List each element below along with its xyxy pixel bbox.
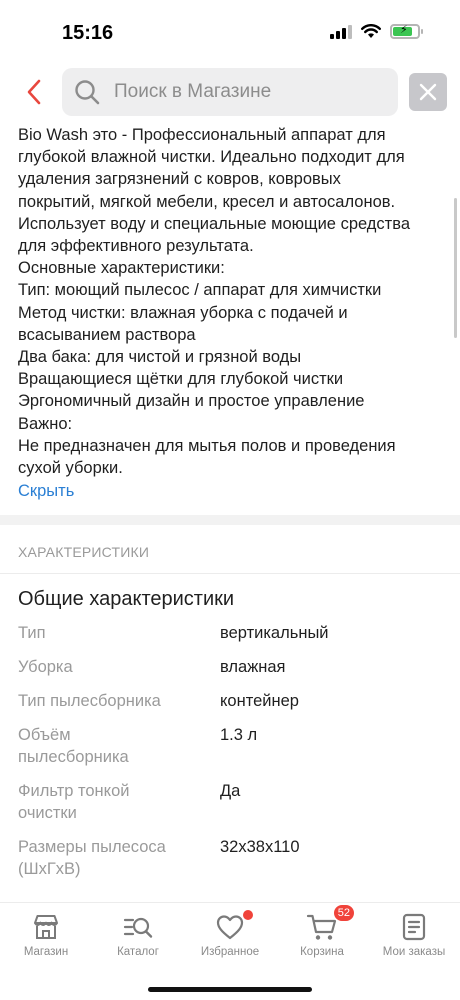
tab-store[interactable]: Магазин [0,910,92,958]
description-line: Использует воду и специальные моющие сре… [18,214,410,233]
back-button[interactable] [18,74,50,110]
home-indicator [148,987,312,992]
cart-count-badge: 52 [332,904,355,922]
catalog-search-icon [121,910,155,944]
description-line: Тип: моющий пылесос / аппарат для химчис… [18,281,382,300]
section-separator [0,573,460,574]
cart-icon: 52 [305,904,355,944]
description-line: покрытий, мягкой мебели, кресел и автоса… [18,192,396,211]
orders-icon [397,910,431,944]
spec-key: Уборка [18,658,73,676]
description-line: удаления загрязнений с ковров, ковровых [18,170,341,189]
characteristics-section-label: ХАРАКТЕРИСТИКИ [18,544,150,560]
spec-key: Размеры пылесоса (ШxГxВ) [18,838,166,878]
spec-value: Да [220,782,241,800]
description-line: сухой уборки. [18,459,123,478]
spec-row: Размеры пылесоса (ШxГxВ) 32x38x110 [18,836,443,892]
status-icons: ⚡ [330,24,423,39]
description-line: Основные характеристики: [18,259,225,278]
search-icon [75,80,100,105]
tab-label: Мои заказы [382,946,446,958]
spec-row: Объём пылесборника 1.3 л [18,724,443,780]
description-line: Bio Wash это - Профессиональный аппарат … [18,126,386,144]
description-line: Вращающиеся щётки для глубокой чистки [18,370,344,389]
tab-my-orders[interactable]: Мои заказы [368,910,460,958]
scroll-indicator [454,198,457,338]
cellular-signal-icon [330,24,352,39]
tab-cart[interactable]: 52 Корзина [276,904,368,958]
status-time: 15:16 [62,22,114,44]
tab-label: Магазин [23,946,69,958]
spec-key: Тип пылесборника [18,692,161,710]
chevron-left-icon [27,79,41,105]
description-line: Не предназначен для мытья полов и провед… [18,436,396,455]
description-line: Эргономичный дизайн и простое управление [18,392,365,411]
spec-value: 32x38x110 [220,838,300,856]
search-input[interactable] [114,81,384,103]
clear-search-button[interactable] [409,73,447,111]
description-line: Два бака: для чистой и грязной воды [18,348,302,367]
spec-row: Уборка влажная [18,656,443,690]
spec-value: вертикальный [220,624,329,642]
specs-table: Тип вертикальный Уборка влажная Тип пыле… [18,622,443,892]
spec-key: Объём пылесборника [18,726,129,766]
status-bar: 15:16 ⚡ [0,0,460,62]
description-line: Важно: [18,414,73,433]
tab-label: Каталог [117,946,159,958]
description-line: Метод чистки: влажная уборка с подачей и [18,303,348,322]
bottom-tab-bar: Магазин Каталог Избранное 52 Корзина Мои… [0,903,460,1000]
wifi-icon [361,24,381,38]
spec-row: Фильтр тонкой очистки Да [18,780,443,836]
close-icon [419,83,437,101]
characteristics-group-title: Общие характеристики [18,588,235,610]
tab-label: Избранное [200,946,260,958]
spec-row: Тип пылесборника контейнер [18,690,443,724]
tab-label: Корзина [300,946,344,958]
spec-row: Тип вертикальный [18,622,443,656]
spec-key: Тип [18,624,46,642]
heart-icon [213,910,253,944]
tab-favorites[interactable]: Избранное [184,910,276,958]
tab-catalog[interactable]: Каталог [92,910,184,958]
product-description: Bio Wash это - Профессиональный аппарат … [18,124,443,502]
notification-dot [243,910,253,920]
spec-value: 1.3 л [220,726,258,744]
store-icon [29,910,63,944]
description-line: глубокой влажной чистки. Идеально подход… [18,148,405,167]
description-line: всасыванием раствора [18,325,196,344]
spec-key: Фильтр тонкой очистки [18,782,130,822]
description-line: для эффективного результата. [18,237,254,256]
section-divider [0,515,460,525]
search-header [0,62,460,122]
hide-description-link[interactable]: Скрыть [18,480,74,502]
spec-value: контейнер [220,692,299,710]
battery-charging-icon: ⚡ [390,24,423,39]
spec-value: влажная [220,658,286,676]
search-box[interactable] [62,68,398,116]
